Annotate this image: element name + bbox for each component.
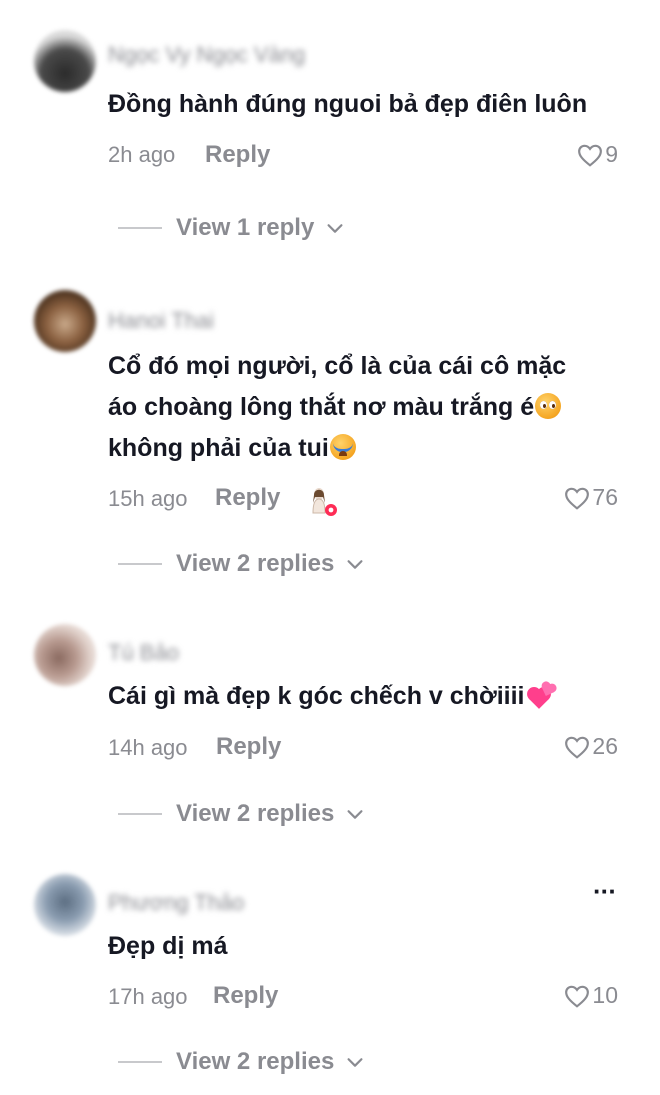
username[interactable]: Phương Thảo [108,890,244,916]
divider-line [118,1061,162,1063]
comment-time: 17h ago [108,984,188,1009]
view-replies-label: View 2 replies [176,1048,335,1075]
chevron-down-icon [347,1058,363,1067]
more-options-icon[interactable]: ··· [593,876,617,907]
heart-outline-icon [565,985,590,1008]
reply-button[interactable]: Reply [213,982,278,1010]
comment-item: Phương Thảo ··· Đẹp dị má 17h ago Reply … [0,0,660,1095]
comment-text: Đẹp dị má [108,932,228,960]
like-button[interactable]: 10 [564,982,618,1009]
like-count: 10 [592,982,618,1008]
view-replies-button[interactable]: View 2 replies [118,1048,366,1076]
avatar[interactable] [34,874,96,936]
